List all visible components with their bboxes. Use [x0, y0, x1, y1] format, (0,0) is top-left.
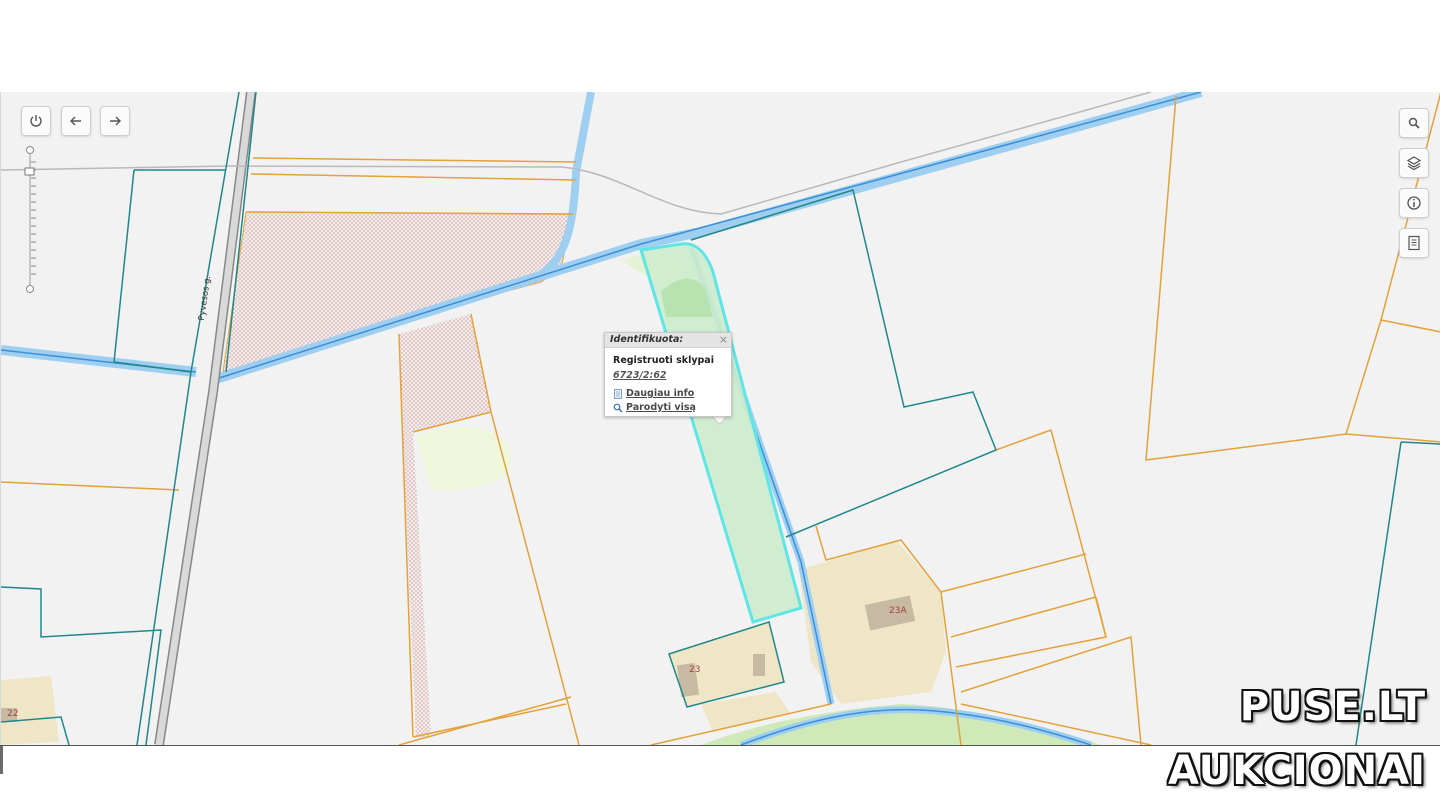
left-edge-marker: [0, 746, 3, 774]
popup-header: Identifikuota: ×: [605, 333, 731, 348]
magnifier-small-icon: [613, 403, 623, 412]
back-button[interactable]: [61, 106, 91, 136]
dotted-zone: [399, 314, 491, 737]
building: [753, 654, 765, 676]
popup-title: Identifikuota:: [610, 334, 684, 345]
popup-layer-name: Registruoti sklypai: [613, 355, 714, 366]
water-channels: [1, 92, 1203, 745]
zoom-handle: [24, 167, 35, 176]
parcel-id-link[interactable]: 6723/2:62: [613, 370, 667, 381]
layers-icon: [1406, 156, 1422, 171]
house-label: 22: [7, 709, 19, 719]
document-button[interactable]: [1399, 228, 1429, 258]
arrow-left-icon: [70, 116, 81, 126]
close-icon[interactable]: ×: [719, 333, 728, 346]
dotted-zone: [222, 211, 574, 373]
watermark-line2: AUKCIONAI: [1168, 748, 1426, 794]
document-small-icon: [614, 388, 622, 399]
water-centerlines: [1, 92, 1202, 745]
house-label: 23: [689, 665, 701, 675]
document-icon: [1408, 235, 1420, 251]
show-all-label: Parodyti visą: [626, 402, 696, 413]
identify-popup: Identifikuota: × Registruoti sklypai 672…: [604, 332, 732, 417]
more-info-label: Daugiau info: [626, 388, 695, 399]
search-button[interactable]: [1399, 108, 1429, 138]
watermark-line1: PUSE.LT: [1239, 684, 1426, 730]
forward-button[interactable]: [100, 106, 130, 136]
top-blank-band: [0, 0, 1440, 92]
more-info-link[interactable]: Daugiau info: [613, 388, 694, 399]
layers-button[interactable]: [1399, 148, 1429, 178]
arrow-right-icon: [110, 116, 121, 126]
info-icon: [1407, 196, 1421, 210]
power-button[interactable]: [21, 106, 51, 136]
house-label: 23A: [889, 606, 907, 616]
road-pyvesos: [154, 92, 256, 745]
power-icon: [30, 115, 42, 127]
zoom-slider[interactable]: [24, 144, 38, 294]
info-button[interactable]: [1399, 188, 1429, 218]
search-icon: [1408, 117, 1420, 129]
show-all-link[interactable]: Parodyti visą: [613, 402, 696, 413]
